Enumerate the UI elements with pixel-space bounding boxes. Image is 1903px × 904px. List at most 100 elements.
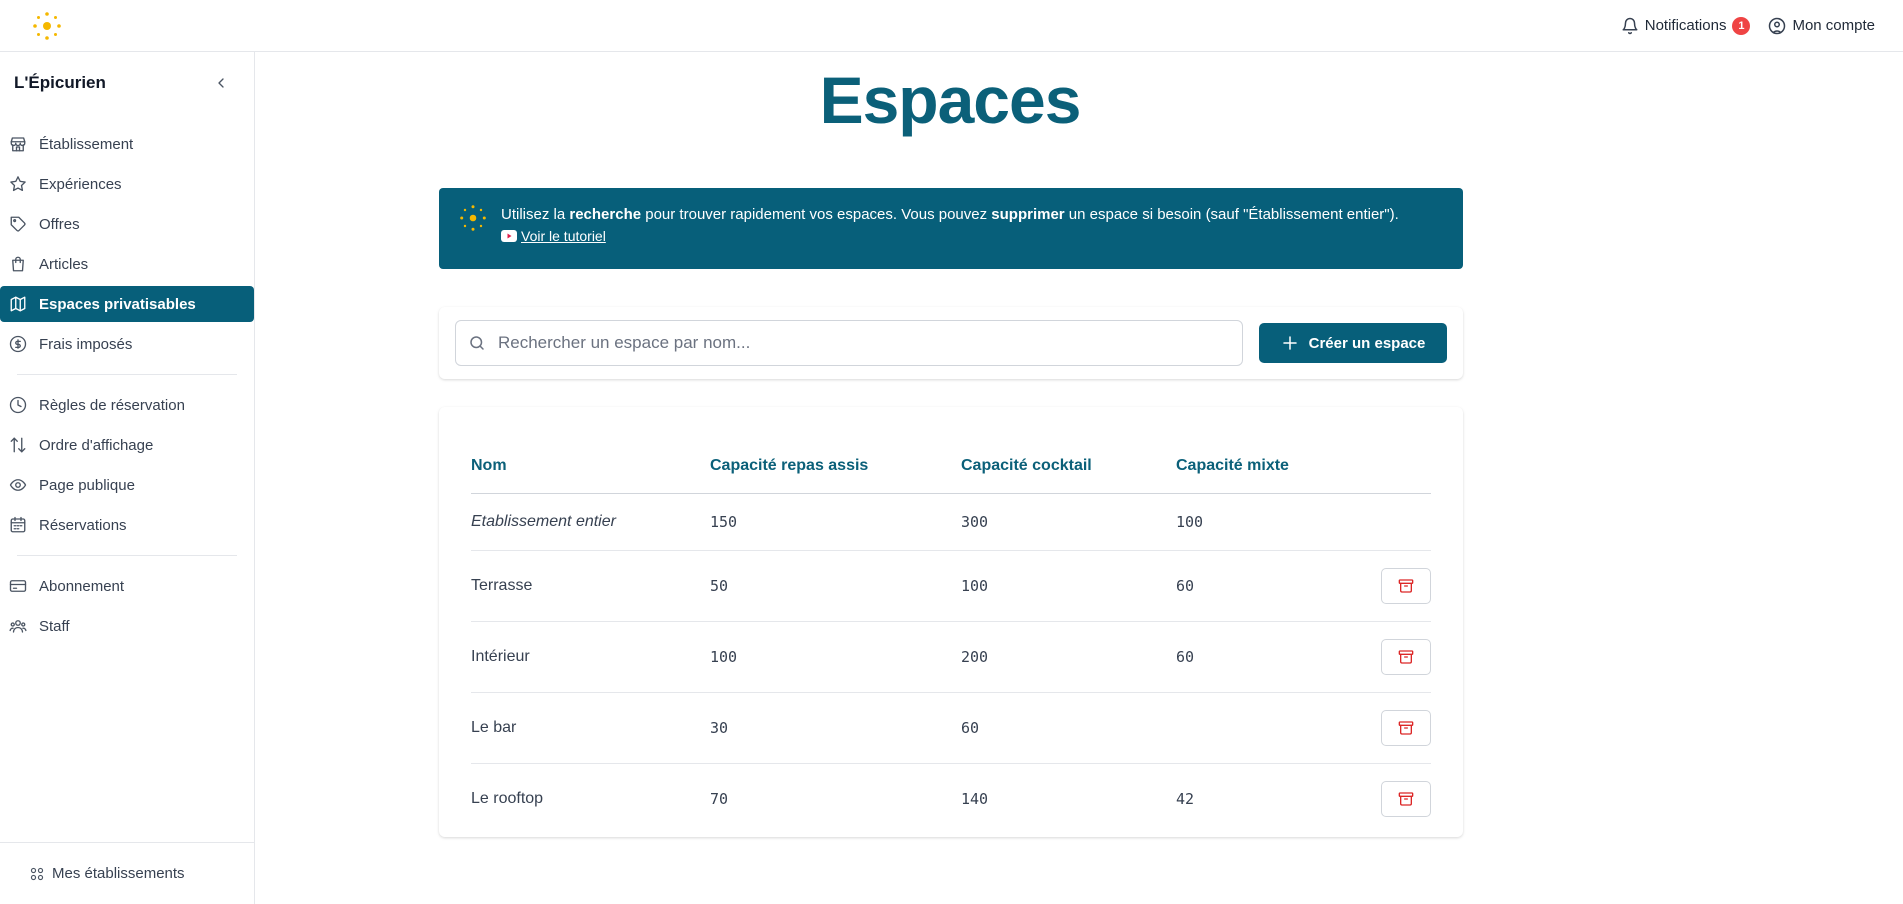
users-icon: [9, 620, 27, 633]
search-icon: [470, 336, 484, 350]
sidebar-item-experiences[interactable]: Expériences: [0, 166, 254, 202]
space-name: Le bar: [471, 692, 710, 764]
row-actions: [1352, 550, 1431, 622]
tutorial-link[interactable]: Voir le tutoriel: [501, 228, 1399, 244]
create-space-label: Créer un espace: [1308, 334, 1426, 352]
header-nom: Nom: [471, 407, 710, 494]
sidebar-item-label: Staff: [39, 617, 70, 635]
page-title: Espaces: [819, 63, 1082, 137]
eye-icon: [9, 479, 27, 491]
capacity-repas: 70: [710, 789, 729, 808]
header-capacite-cocktail: Capacité cocktail: [961, 407, 1176, 494]
capacity-mixte: 100: [1176, 493, 1353, 551]
info-message: Utilisez la recherche pour trouver rapid…: [501, 206, 1399, 223]
delete-space-button[interactable]: [1381, 780, 1431, 817]
capacity-repas: 30: [710, 692, 961, 764]
credit-card-icon: [9, 580, 27, 592]
delete-space-button[interactable]: [1381, 567, 1431, 604]
user-circle-icon: [1769, 17, 1786, 34]
sidebar-item-staff[interactable]: Staff: [0, 608, 254, 644]
sidebar-item-abonnement[interactable]: Abonnement: [0, 568, 254, 604]
sun-info-icon: [460, 205, 486, 231]
archive-icon: [1398, 720, 1414, 735]
space-name: Terrasse: [471, 550, 710, 622]
map-icon: [10, 296, 26, 312]
row-actions: [1352, 493, 1431, 551]
search-input[interactable]: [496, 332, 1230, 354]
capacity-mixte: 42: [1176, 789, 1195, 808]
collapse-sidebar-button[interactable]: [210, 72, 232, 94]
capacity-mixte: [1176, 692, 1353, 764]
spaces-table-card: Nom Capacité repas assis Capacité cockta…: [439, 407, 1463, 837]
tag-icon: [10, 216, 26, 232]
sidebar-item-label: Articles: [39, 255, 89, 273]
archive-icon: [1398, 792, 1414, 806]
table-row: Terrasse 50 100 60: [471, 550, 1431, 622]
header-capacite-repas: Capacité repas assis: [710, 407, 961, 494]
store-icon: [10, 137, 26, 152]
capacity-cocktail: 140: [961, 789, 989, 808]
sidebar-item-regles-reservation[interactable]: Règles de réservation: [0, 387, 254, 423]
archive-icon: [1398, 649, 1414, 664]
shopping-bag-icon: [12, 256, 24, 272]
table-row: Le rooftop 70 140 42: [471, 763, 1431, 834]
capacity-repas: 150: [710, 493, 961, 551]
notifications-button[interactable]: Notifications 1: [1621, 16, 1751, 35]
top-bar: Notifications 1 Mon compte: [0, 0, 1903, 52]
sidebar-nav-account: Abonnement Staff: [0, 556, 254, 656]
search-box: [455, 320, 1243, 366]
sidebar-item-label: Offres: [39, 215, 80, 233]
star-icon: [10, 176, 26, 192]
space-name: Intérieur: [471, 621, 710, 693]
tutorial-link-label: Voir le tutoriel: [521, 228, 606, 244]
main-content: Espaces Utilisez la recherche pour trouv…: [255, 52, 1903, 904]
my-establishments-button[interactable]: Mes établissements: [0, 842, 254, 904]
sort-arrows-icon: [10, 437, 26, 453]
sidebar-nav-settings: Règles de réservation Ordre d'affichage …: [0, 375, 254, 555]
sidebar-item-label: Page publique: [39, 476, 135, 494]
my-establishments-label: Mes établissements: [52, 865, 185, 882]
account-button[interactable]: Mon compte: [1768, 17, 1875, 35]
search-card: Créer un espace: [439, 307, 1463, 379]
table-header-row: Nom Capacité repas assis Capacité cockta…: [471, 407, 1431, 494]
sidebar: L'Épicurien Établissement Expériences Of…: [0, 52, 255, 904]
delete-space-button[interactable]: [1381, 638, 1431, 675]
capacity-mixte: 60: [1176, 621, 1353, 693]
delete-space-button[interactable]: [1381, 709, 1431, 746]
header-capacite-mixte: Capacité mixte: [1176, 407, 1353, 494]
sidebar-header: L'Épicurien: [0, 52, 254, 114]
capacity-cocktail: 60: [961, 692, 1176, 764]
calendar-icon: [10, 516, 26, 533]
chevron-left-icon: [218, 78, 224, 88]
notifications-badge: 1: [1732, 16, 1751, 35]
sidebar-item-offres[interactable]: Offres: [0, 206, 254, 242]
sidebar-item-articles[interactable]: Articles: [0, 246, 254, 282]
capacity-mixte: 60: [1176, 550, 1353, 622]
sidebar-item-label: Expériences: [39, 175, 122, 193]
sidebar-item-label: Abonnement: [39, 577, 125, 595]
capacity-repas: 100: [710, 621, 961, 693]
sidebar-item-etablissement[interactable]: Établissement: [0, 126, 254, 162]
info-text: Utilisez la recherche pour trouver rapid…: [501, 202, 1399, 255]
sidebar-item-reservations[interactable]: Réservations: [0, 507, 254, 543]
bell-icon: [1622, 17, 1638, 34]
row-actions: [1352, 692, 1431, 764]
row-actions: [1352, 621, 1431, 693]
establishment-name: L'Épicurien: [14, 73, 106, 92]
sidebar-item-ordre-affichage[interactable]: Ordre d'affichage: [0, 427, 254, 463]
sidebar-nav-main: Établissement Expériences Offres Article…: [0, 114, 254, 374]
sidebar-item-page-publique[interactable]: Page publique: [0, 467, 254, 503]
sidebar-item-frais-imposes[interactable]: Frais imposés: [0, 326, 254, 362]
create-space-button[interactable]: Créer un espace: [1259, 323, 1447, 363]
sidebar-item-label: Ordre d'affichage: [39, 436, 154, 454]
table-row: Intérieur 100 200 60: [471, 621, 1431, 693]
youtube-icon: [501, 230, 517, 242]
notifications-label: Notifications: [1644, 17, 1727, 34]
account-label: Mon compte: [1792, 17, 1875, 34]
sun-logo-icon[interactable]: [30, 9, 64, 43]
row-actions: [1353, 763, 1431, 834]
sidebar-item-label: Espaces privatisables: [39, 295, 196, 313]
capacity-cocktail: 300: [961, 493, 1176, 551]
sidebar-item-espaces-privatisables[interactable]: Espaces privatisables: [0, 286, 254, 322]
space-name: Le rooftop: [471, 789, 544, 807]
